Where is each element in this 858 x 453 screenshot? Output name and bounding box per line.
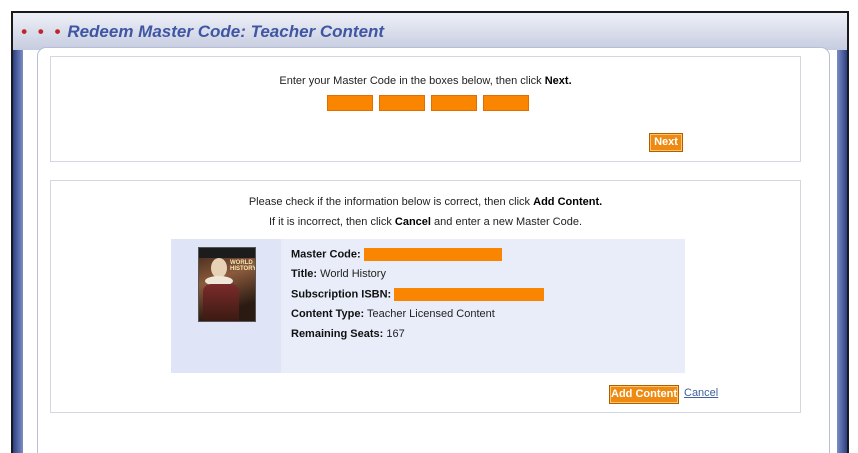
confirm-instruction-1: Please check if the information below is… — [51, 196, 800, 208]
confirm-text-1: Please check if the information below is… — [248, 196, 531, 208]
isbn-label: Subscription ISBN: — [291, 288, 392, 301]
remaining-seats-row: Remaining Seats: 167 — [291, 328, 405, 340]
content-info-box: WORLD HISTORY Master Code: Title: World … — [171, 239, 685, 373]
title-label: Title: — [291, 268, 318, 280]
next-button[interactable]: Next — [649, 133, 683, 152]
isbn-redacted — [394, 288, 545, 301]
confirm-instruction-2: If it is incorrect, then click Cancel an… — [51, 216, 800, 228]
window-title: • • • Redeem Master Code: Teacher Content — [21, 22, 384, 42]
add-content-button[interactable]: Add Content — [609, 385, 679, 404]
confirm-text-3: and enter a new Master Code. — [434, 216, 583, 228]
dialog-window: • • • Redeem Master Code: Teacher Content… — [11, 11, 849, 453]
remaining-seats-value: 167 — [386, 328, 405, 340]
right-border-stripe — [837, 50, 847, 453]
master-code-redacted — [363, 248, 502, 261]
book-cover-text: WORLD HISTORY — [230, 260, 256, 272]
window-title-text: Redeem Master Code: Teacher Content — [67, 22, 385, 41]
instruction-bold: Next. — [544, 75, 572, 87]
title-dots: • • • — [21, 22, 64, 41]
title-bar: • • • Redeem Master Code: Teacher Content — [13, 13, 847, 50]
cancel-link[interactable]: Cancel — [684, 387, 718, 399]
remaining-seats-label: Remaining Seats: — [291, 328, 384, 340]
content-type-label: Content Type: — [291, 308, 365, 320]
confirm-bold-2: Cancel — [394, 216, 431, 228]
master-code-row: Master Code: — [291, 248, 502, 261]
code-box-3[interactable] — [431, 95, 477, 111]
cover-column: WORLD HISTORY — [171, 239, 281, 373]
content-frame: Enter your Master Code in the boxes belo… — [37, 47, 830, 453]
confirm-bold-1: Add Content. — [533, 196, 603, 208]
code-box-4[interactable] — [483, 95, 529, 111]
code-box-1[interactable] — [327, 95, 373, 111]
confirm-text-2: If it is incorrect, then click — [268, 216, 392, 228]
content-type-value: Teacher Licensed Content — [366, 308, 495, 320]
confirm-panel: Please check if the information below is… — [50, 180, 801, 413]
instruction-text: Enter your Master Code in the boxes belo… — [279, 75, 542, 87]
book-cover-image: WORLD HISTORY — [198, 247, 256, 322]
content-type-row: Content Type: Teacher Licensed Content — [291, 308, 495, 320]
enter-code-instruction: Enter your Master Code in the boxes belo… — [51, 75, 800, 87]
code-box-2[interactable] — [379, 95, 425, 111]
master-code-label: Master Code: — [291, 248, 361, 261]
enter-code-panel: Enter your Master Code in the boxes belo… — [50, 56, 801, 162]
title-row: Title: World History — [291, 268, 386, 280]
title-value: World History — [320, 268, 386, 280]
isbn-row: Subscription ISBN: — [291, 288, 545, 301]
left-border-stripe — [13, 50, 23, 453]
